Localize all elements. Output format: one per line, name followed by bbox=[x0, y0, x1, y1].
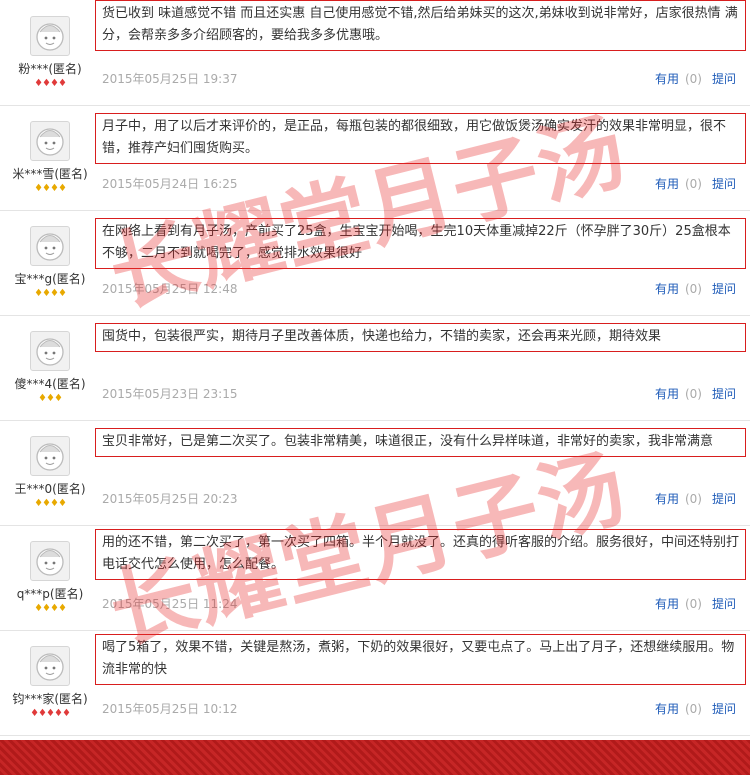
review-actions: 有用 (0) 提问 bbox=[655, 175, 736, 192]
ask-link[interactable]: 提问 bbox=[712, 702, 736, 716]
rank-diamond-icon: ♦♦♦♦ bbox=[34, 78, 67, 89]
ask-link[interactable]: 提问 bbox=[712, 177, 736, 191]
username: 傻***4(匿名) bbox=[14, 377, 86, 391]
review-item: 王***0(匿名) ♦♦♦♦ 宝贝非常好，已是第二次买了。包装非常精美，味道很正，没… bbox=[0, 420, 750, 526]
review-text: 货已收到 味道感觉不错 而且还实惠 自己使用感觉不错,然后给弟妹买的这次,弟妹收… bbox=[95, 0, 746, 51]
review-actions: 有用 (0) 提问 bbox=[655, 490, 736, 507]
helpful-link[interactable]: 有用 bbox=[655, 492, 679, 506]
avatar[interactable] bbox=[30, 226, 70, 266]
review-text: 喝了5箱了，效果不错，关键是熬汤，煮粥，下奶的效果很好，又要屯点了。马上出了月子… bbox=[95, 634, 746, 685]
rank-diamond-icon: ♦♦♦♦ bbox=[34, 288, 67, 299]
review-item: 宝***g(匿名) ♦♦♦♦ 在网络上看到有月子汤，产前买了25盒，生宝宝开始喝，生… bbox=[0, 210, 750, 316]
review-date: 2015年05月25日 19:37 bbox=[102, 72, 238, 86]
rank-diamond-icon: ♦♦♦ bbox=[38, 393, 63, 404]
helpful-link[interactable]: 有用 bbox=[655, 597, 679, 611]
review-date: 2015年05月25日 12:48 bbox=[102, 282, 238, 296]
review-actions: 有用 (0) 提问 bbox=[655, 70, 736, 87]
ask-link[interactable]: 提问 bbox=[712, 387, 736, 401]
review-text: 月子中，用了以后才来评价的，是正品，每瓶包装的都很细致，用它做饭煲汤确实发汗的效… bbox=[95, 113, 746, 164]
review-item: q***p(匿名) ♦♦♦♦ 用的还不错，第二次买了，第一次买了四箱。半个月就没了。… bbox=[0, 525, 750, 631]
avatar[interactable] bbox=[30, 121, 70, 161]
rank-diamond-icon: ♦♦♦♦ bbox=[34, 183, 67, 194]
username: 粉***(匿名) bbox=[18, 62, 82, 76]
review-date: 2015年05月24日 16:25 bbox=[102, 177, 238, 191]
avatar[interactable] bbox=[30, 541, 70, 581]
footer-bar bbox=[0, 740, 750, 775]
review-text: 宝贝非常好，已是第二次买了。包装非常精美，味道很正，没有什么异样味道，非常好的卖… bbox=[95, 428, 746, 457]
review-text: 用的还不错，第二次买了，第一次买了四箱。半个月就没了。还真的得听客服的介绍。服务… bbox=[95, 529, 746, 580]
helpful-count: (0) bbox=[684, 177, 702, 191]
helpful-count: (0) bbox=[684, 282, 702, 296]
review-actions: 有用 (0) 提问 bbox=[655, 700, 736, 717]
ask-link[interactable]: 提问 bbox=[712, 282, 736, 296]
helpful-link[interactable]: 有用 bbox=[655, 177, 679, 191]
rank-diamond-icon: ♦♦♦♦♦ bbox=[30, 708, 71, 719]
helpful-link[interactable]: 有用 bbox=[655, 72, 679, 86]
avatar[interactable] bbox=[30, 646, 70, 686]
review-item: 粉***(匿名) ♦♦♦♦ 货已收到 味道感觉不错 而且还实惠 自己使用感觉不错,然… bbox=[0, 0, 750, 106]
review-date: 2015年05月23日 23:15 bbox=[102, 387, 238, 401]
username: 王***0(匿名) bbox=[14, 482, 86, 496]
review-actions: 有用 (0) 提问 bbox=[655, 595, 736, 612]
helpful-count: (0) bbox=[684, 597, 702, 611]
review-actions: 有用 (0) 提问 bbox=[655, 280, 736, 297]
review-text: 囤货中，包装很严实，期待月子里改善体质，快递也给力，不错的卖家，还会再来光顾，期… bbox=[95, 323, 746, 352]
review-item: 钧***家(匿名) ♦♦♦♦♦ 喝了5箱了，效果不错，关键是熬汤，煮粥，下奶的效果很… bbox=[0, 630, 750, 736]
avatar[interactable] bbox=[30, 331, 70, 371]
helpful-count: (0) bbox=[684, 492, 702, 506]
ask-link[interactable]: 提问 bbox=[712, 492, 736, 506]
review-date: 2015年05月25日 10:12 bbox=[102, 702, 238, 716]
username: 钧***家(匿名) bbox=[12, 692, 88, 706]
avatar[interactable] bbox=[30, 16, 70, 56]
review-date: 2015年05月25日 20:23 bbox=[102, 492, 238, 506]
helpful-link[interactable]: 有用 bbox=[655, 387, 679, 401]
avatar[interactable] bbox=[30, 436, 70, 476]
ask-link[interactable]: 提问 bbox=[712, 72, 736, 86]
username: 宝***g(匿名) bbox=[14, 272, 86, 286]
helpful-count: (0) bbox=[684, 387, 702, 401]
review-text: 在网络上看到有月子汤，产前买了25盒，生宝宝开始喝，生完10天体重减掉22斤（怀… bbox=[95, 218, 746, 269]
review-item: 傻***4(匿名) ♦♦♦ 囤货中，包装很严实，期待月子里改善体质，快递也给力，不错… bbox=[0, 315, 750, 421]
rank-diamond-icon: ♦♦♦♦ bbox=[34, 603, 67, 614]
review-date: 2015年05月25日 11:24 bbox=[102, 597, 238, 611]
username: q***p(匿名) bbox=[16, 587, 84, 601]
review-actions: 有用 (0) 提问 bbox=[655, 385, 736, 402]
ask-link[interactable]: 提问 bbox=[712, 597, 736, 611]
review-item: 米***雪(匿名) ♦♦♦♦ 月子中，用了以后才来评价的，是正品，每瓶包装的都很细致… bbox=[0, 105, 750, 211]
helpful-link[interactable]: 有用 bbox=[655, 282, 679, 296]
username: 米***雪(匿名) bbox=[12, 167, 88, 181]
helpful-count: (0) bbox=[684, 72, 702, 86]
helpful-count: (0) bbox=[684, 702, 702, 716]
helpful-link[interactable]: 有用 bbox=[655, 702, 679, 716]
rank-diamond-icon: ♦♦♦♦ bbox=[34, 498, 67, 509]
